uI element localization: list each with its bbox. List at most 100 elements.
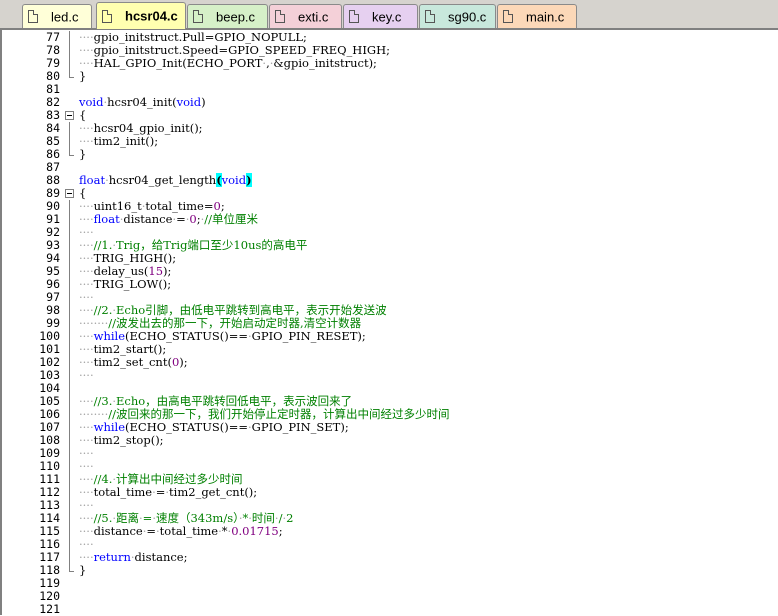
code-token: GPIO_PIN_RESET); xyxy=(251,329,366,343)
code-line[interactable]: 88 float·hcsr04_get_length(void) xyxy=(2,173,778,187)
code-line[interactable]: 109 ···· xyxy=(2,447,778,460)
code-token: tim2_stop(); xyxy=(93,433,164,447)
tab-label: led.c xyxy=(51,9,79,24)
code-token: ; xyxy=(278,524,283,538)
keyword: void xyxy=(79,95,104,109)
code-token: ); xyxy=(179,355,188,369)
code-line[interactable]: 103 ···· xyxy=(2,369,778,382)
code-editor[interactable]: 77 ····gpio_initstruct.Pull=GPIO_NOPULL; 7… xyxy=(0,30,778,616)
tab-exti-c[interactable]: exti.c xyxy=(269,4,342,28)
fold-guide xyxy=(69,291,70,304)
code-line[interactable]: 96 ····TRIG_LOW(); xyxy=(2,278,778,291)
whitespace-marker: ···· xyxy=(79,238,94,252)
fold-guide xyxy=(69,486,70,499)
keyword: return xyxy=(93,550,131,564)
code-line[interactable]: 115 ····distance·=·total_time·*·0.01715; xyxy=(2,525,778,538)
comment: //1. xyxy=(93,238,113,252)
whitespace-marker: ···· xyxy=(79,290,94,304)
code-line[interactable]: 102 ····tim2_set_cnt(0); xyxy=(2,356,778,369)
whitespace-marker: ···· xyxy=(79,433,94,447)
number-literal: 0 xyxy=(189,212,197,226)
fold-guide xyxy=(69,252,70,265)
whitespace-marker: ···· xyxy=(79,368,94,382)
whitespace-marker: ···· xyxy=(79,56,94,70)
whitespace-marker: ···· xyxy=(79,355,94,369)
code-text: ····total_time·=·tim2_get_cnt(); xyxy=(79,486,257,499)
code-token: total_time xyxy=(93,485,153,499)
brace-match-highlight: ) xyxy=(246,173,252,187)
code-token: = xyxy=(176,212,186,226)
file-icon xyxy=(28,10,38,23)
fold-guide xyxy=(69,447,70,460)
tab-main-c[interactable]: main.c xyxy=(497,4,577,28)
whitespace-marker: ···· xyxy=(79,420,94,434)
code-token: HAL_GPIO_Init(ECHO_PORT xyxy=(93,56,263,70)
tab-label: sg90.c xyxy=(448,9,487,24)
file-tab-bar: led.c hcsr04.c beep.c exti.c key.c sg90.c main… xyxy=(0,0,778,30)
keyword: while xyxy=(93,329,126,343)
comment: 2 xyxy=(286,511,294,525)
tab-led-c[interactable]: led.c xyxy=(22,4,92,28)
code-token: distance xyxy=(93,524,143,538)
tab-label: beep.c xyxy=(216,9,256,24)
comment: Echo，由高电平跳转回低电平，表示波回来了 xyxy=(116,394,353,408)
code-text: float·hcsr04_get_length(void) xyxy=(79,173,252,187)
code-line[interactable]: 117 ····return·distance; xyxy=(2,551,778,564)
code-token: distance; xyxy=(134,550,188,564)
fold-guide xyxy=(69,57,70,70)
code-text: ····float·distance·=·0;·//单位厘米 xyxy=(79,213,258,226)
fold-guide xyxy=(69,382,70,395)
comment: 速度（343m/s） xyxy=(155,511,239,525)
keyword: void xyxy=(176,95,202,109)
tab-key-c[interactable]: key.c xyxy=(343,4,418,28)
code-token: } xyxy=(79,147,87,161)
code-line[interactable]: 118} xyxy=(2,564,778,577)
number-literal: 0 xyxy=(213,199,221,213)
code-token: total_time= xyxy=(145,199,214,213)
whitespace-marker: ···· xyxy=(79,212,94,226)
code-line[interactable]: 91 ····float·distance·=·0;·//单位厘米 xyxy=(2,213,778,226)
code-line[interactable]: 119 xyxy=(2,577,778,590)
tab-sg90-c[interactable]: sg90.c xyxy=(419,4,496,28)
code-token: ; xyxy=(220,199,225,213)
fold-guide xyxy=(69,213,70,226)
code-text: ····tim2_init(); xyxy=(79,135,158,148)
code-line[interactable]: 86} xyxy=(2,148,778,161)
code-token: gpio_initstruct.Speed=GPIO_SPEED_FREQ_HI… xyxy=(93,43,390,57)
code-line[interactable]: 112 ····total_time·=·tim2_get_cnt(); xyxy=(2,486,778,499)
code-token: } xyxy=(79,69,87,83)
keyword: while xyxy=(93,420,126,434)
fold-guide xyxy=(69,499,70,512)
code-token: = xyxy=(155,485,166,499)
number-literal: 15 xyxy=(148,264,164,278)
code-line[interactable]: 80} xyxy=(2,70,778,83)
code-line[interactable]: 108 ····tim2_stop(); xyxy=(2,434,778,447)
code-line[interactable]: 82 void·hcsr04_init(void) xyxy=(2,96,778,109)
fold-guide xyxy=(69,551,70,564)
fold-toggle-icon[interactable] xyxy=(65,111,74,120)
whitespace-marker: ···· xyxy=(79,225,94,239)
comment: = xyxy=(142,511,153,525)
code-line[interactable]: 79 ····HAL_GPIO_Init(ECHO_PORT·,·&gpio_in… xyxy=(2,57,778,70)
fold-guide xyxy=(69,122,70,135)
fold-guide xyxy=(69,369,70,382)
comment: //4. xyxy=(93,472,113,486)
comment: //2. xyxy=(93,303,113,317)
tab-beep-c[interactable]: beep.c xyxy=(187,4,268,28)
code-token: tim2_init(); xyxy=(93,134,159,148)
code-text: ···· xyxy=(79,369,94,382)
code-line[interactable]: 121 xyxy=(2,603,778,616)
code-line[interactable]: 120 xyxy=(2,590,778,603)
code-token: ) xyxy=(201,95,206,109)
code-token: hcsr04_init( xyxy=(107,95,177,109)
fold-guide xyxy=(69,239,70,252)
code-token: hcsr04_gpio_init(); xyxy=(93,121,203,135)
whitespace-marker: ···· xyxy=(79,342,94,356)
comment: //3. xyxy=(93,394,113,408)
fold-guide xyxy=(69,395,70,408)
code-line[interactable]: 85 ····tim2_init(); xyxy=(2,135,778,148)
fold-toggle-icon[interactable] xyxy=(65,189,74,198)
file-icon xyxy=(275,10,285,23)
comment: Echo引脚，由低电平跳转到高电平，表示开始发送波 xyxy=(116,303,387,317)
tab-hcsr04-c[interactable]: hcsr04.c xyxy=(96,2,186,29)
